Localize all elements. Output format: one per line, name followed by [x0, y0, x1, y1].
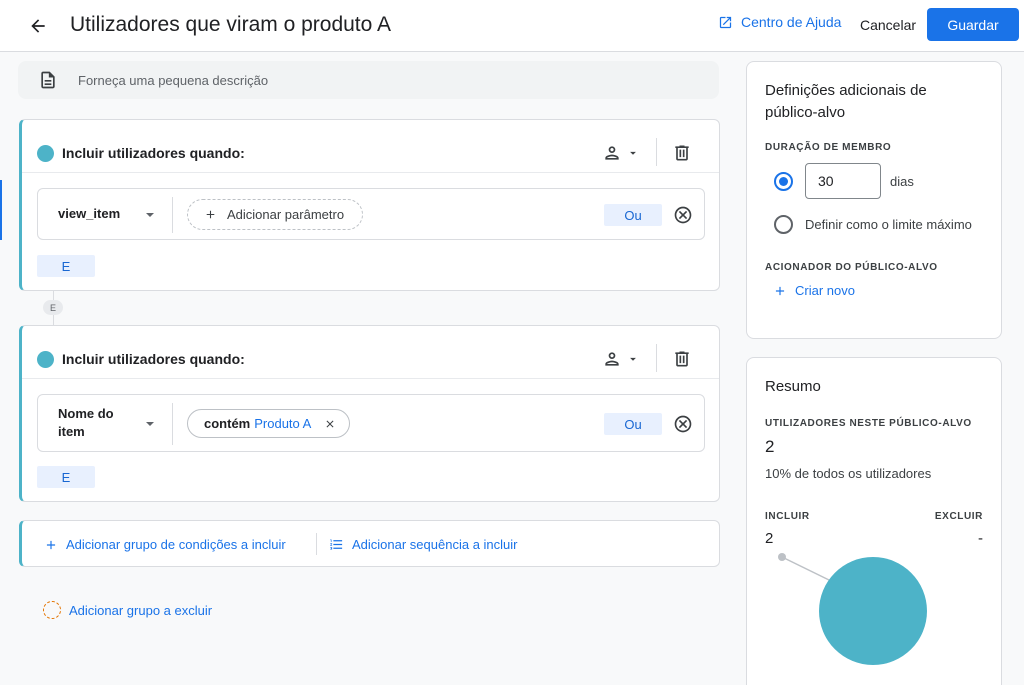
add-exclude-group-button[interactable]: Adicionar grupo a excluir: [43, 601, 212, 619]
connector-line-bottom: [53, 315, 54, 325]
remove-condition-button[interactable]: [673, 414, 693, 434]
group-title: Incluir utilizadores quando:: [62, 145, 245, 161]
pie-leader-line: [781, 556, 830, 581]
remove-condition-button[interactable]: [673, 205, 693, 225]
include-group-2: Incluir utilizadores quando: Nome do ite…: [19, 325, 720, 502]
dashed-circle-icon: [43, 601, 61, 619]
delete-group-button[interactable]: [670, 140, 694, 166]
summary-card: Resumo UTILIZADORES NESTE PÚBLICO-ALVO 2…: [746, 357, 1002, 685]
scope-dropdown[interactable]: [602, 346, 644, 372]
max-limit-radio[interactable]: [774, 215, 793, 234]
connector-line-top: [53, 291, 54, 300]
settings-title-line2: público-alvo: [765, 104, 846, 121]
max-limit-label: Definir como o limite máximo: [805, 217, 972, 232]
and-button[interactable]: E: [37, 466, 95, 488]
add-parameter-button[interactable]: Adicionar parâmetro: [187, 199, 363, 230]
users-in-audience-label: UTILIZADORES NESTE PÚBLICO-ALVO: [765, 418, 972, 429]
description-icon: [41, 71, 55, 89]
users-percent: 10% de todos os utilizadores: [765, 466, 932, 481]
connector-badge: E: [43, 300, 63, 315]
add-condition-group-label: Adicionar grupo de condições a incluir: [66, 537, 286, 552]
save-button[interactable]: Guardar: [927, 8, 1019, 41]
plus-icon: [775, 286, 785, 295]
description-input[interactable]: [78, 71, 678, 89]
group-header: Incluir utilizadores quando:: [22, 326, 719, 379]
scope-dropdown[interactable]: [602, 140, 644, 166]
actions-divider: [316, 533, 317, 555]
event-name: view_item: [58, 206, 121, 221]
close-circle-icon: [674, 415, 692, 433]
or-button[interactable]: Ou: [604, 204, 662, 226]
audience-pie-chart: [778, 553, 927, 665]
add-sequence-label: Adicionar sequência a incluir: [352, 537, 518, 552]
add-parameter-label: Adicionar parâmetro: [227, 207, 345, 222]
arrow-drop-down-icon: [630, 151, 636, 155]
plus-icon: [206, 210, 215, 219]
duration-input[interactable]: [805, 163, 881, 199]
event-select[interactable]: view_item: [58, 189, 120, 239]
add-exclude-group-label: Adicionar grupo a excluir: [69, 602, 213, 618]
add-actions-card: Adicionar grupo de condições a incluir A…: [19, 520, 720, 567]
audience-settings-card: Definições adicionais de público-alvo DU…: [746, 61, 1002, 339]
audience-trigger-label: ACIONADOR DO PÚBLICO-ALVO: [765, 262, 938, 273]
chip-close-icon[interactable]: [323, 417, 337, 431]
duration-unit: dias: [890, 174, 914, 189]
dimension-name-line1: Nome do: [58, 406, 114, 421]
dimension-name-line2: item: [58, 424, 85, 439]
arrow-drop-down-icon: [630, 357, 636, 361]
create-new-label: Criar novo: [795, 283, 855, 298]
pie-leader-dot: [778, 553, 786, 561]
add-sequence-button[interactable]: Adicionar sequência a incluir: [329, 521, 517, 568]
delete-group-button[interactable]: [670, 346, 694, 372]
arrow-back-icon: [31, 19, 45, 33]
back-button[interactable]: [24, 12, 52, 40]
help-center-label: Centro de Ajuda: [741, 14, 842, 30]
page-title: Utilizadores que viram o produto A: [70, 13, 391, 36]
cancel-button[interactable]: Cancelar: [852, 10, 924, 40]
row-divider: [172, 403, 173, 445]
trash-icon: [675, 145, 689, 161]
plus-icon: [46, 540, 56, 549]
add-condition-group-button[interactable]: Adicionar grupo de condições a incluir: [44, 521, 286, 568]
or-button[interactable]: Ou: [604, 413, 662, 435]
group-dot: [37, 145, 54, 162]
users-count: 2: [765, 437, 775, 456]
trash-icon: [675, 351, 689, 367]
event-caret-icon: [146, 213, 154, 217]
exclude-count: -: [978, 530, 983, 547]
filter-chip[interactable]: contém Produto A: [187, 409, 351, 438]
include-count: 2: [765, 530, 774, 547]
membership-duration-label: DURAÇÃO DE MEMBRO: [765, 142, 892, 153]
list-numbered-icon: [330, 539, 343, 550]
group-dot: [37, 351, 54, 368]
chip-operator: contém: [204, 416, 251, 431]
chip-value: Produto A: [254, 416, 312, 431]
header-divider: [656, 138, 657, 166]
settings-title-line1: Definições adicionais de: [765, 82, 927, 99]
row-divider: [172, 197, 173, 233]
close-circle-icon: [674, 206, 692, 224]
include-group-1: Incluir utilizadores quando: view_item A…: [19, 119, 720, 291]
group-header: Incluir utilizadores quando:: [22, 120, 719, 173]
person-icon: [605, 352, 619, 366]
left-edge-accent: [0, 180, 2, 240]
top-bar: Utilizadores que viram o produto A Centr…: [0, 0, 1024, 52]
open-in-new-icon: [719, 16, 732, 28]
dimension-select[interactable]: Nome do item: [58, 395, 114, 451]
help-center-link[interactable]: Centro de Ajuda: [718, 14, 841, 30]
dimension-caret-icon: [146, 422, 154, 426]
include-label: INCLUIR: [765, 511, 810, 522]
and-button[interactable]: E: [37, 255, 95, 277]
header-divider: [656, 344, 657, 372]
duration-radio[interactable]: [774, 172, 793, 191]
create-new-button[interactable]: Criar novo: [773, 283, 855, 298]
person-icon: [605, 146, 619, 160]
pie-slice-include: [819, 557, 927, 665]
condition-row: view_item Adicionar parâmetro Ou: [37, 188, 705, 240]
condition-row: Nome do item contém Produto A Ou: [37, 394, 705, 452]
exclude-label: EXCLUIR: [934, 511, 983, 522]
summary-title: Resumo: [765, 378, 821, 395]
group-title: Incluir utilizadores quando:: [62, 351, 245, 367]
